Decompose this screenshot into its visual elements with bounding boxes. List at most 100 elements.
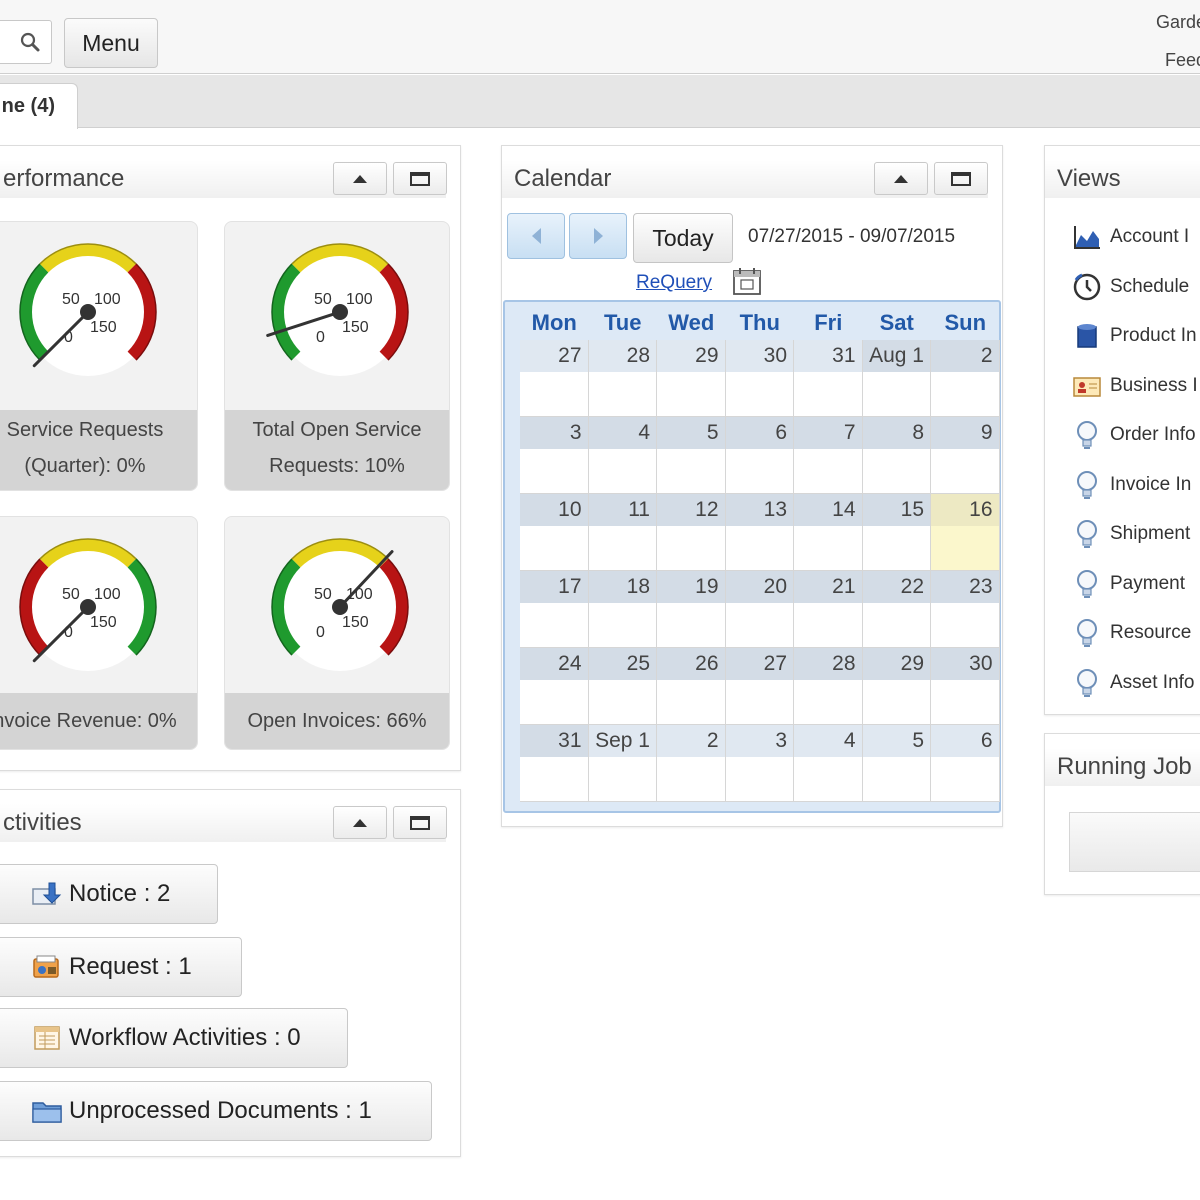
view-item[interactable]: Asset Info: [1072, 665, 1195, 701]
calendar-day-cell[interactable]: 3: [725, 725, 794, 802]
calendar-day-cell[interactable]: 10: [520, 494, 589, 571]
calendar-day-cell[interactable]: 28: [588, 340, 657, 417]
today-button[interactable]: Today: [633, 213, 733, 263]
view-item[interactable]: Business I: [1072, 368, 1198, 404]
feed-link[interactable]: Feed: [1165, 50, 1200, 71]
view-item[interactable]: Order Info: [1072, 417, 1196, 453]
calendar-day-cell[interactable]: 30: [931, 648, 1000, 725]
calendar-day-number[interactable]: 18: [588, 571, 656, 603]
calendar-day-number[interactable]: Aug 1: [862, 340, 930, 372]
calendar-day-number[interactable]: 27: [520, 340, 588, 372]
calendar-day-number[interactable]: 3: [520, 417, 588, 449]
search-button[interactable]: [0, 20, 52, 64]
calendar-day-cell[interactable]: 18: [588, 571, 657, 648]
calendar-day-cell[interactable]: 7: [794, 417, 863, 494]
calendar-day-number[interactable]: 14: [794, 494, 862, 526]
workflow-activities-button[interactable]: Workflow Activities : 0: [0, 1008, 348, 1068]
collapse-button[interactable]: [874, 162, 928, 195]
maximize-button[interactable]: [393, 806, 447, 839]
view-item[interactable]: Shipment: [1072, 516, 1190, 552]
calendar-day-number[interactable]: 25: [588, 648, 656, 680]
prev-period-button[interactable]: [507, 213, 565, 259]
next-period-button[interactable]: [569, 213, 627, 259]
calendar-day-number[interactable]: 13: [725, 494, 793, 526]
calendar-day-cell[interactable]: 27: [520, 340, 589, 417]
view-item[interactable]: Schedule: [1072, 269, 1189, 305]
calendar-day-number[interactable]: 29: [862, 648, 930, 680]
calendar-day-cell[interactable]: 31: [794, 340, 863, 417]
calendar-day-cell[interactable]: Aug 1: [862, 340, 931, 417]
calendar-day-cell[interactable]: Sep 1: [588, 725, 657, 802]
calendar-day-number[interactable]: 5: [862, 725, 930, 757]
calendar-day-cell[interactable]: 3: [520, 417, 589, 494]
calendar-day-number[interactable]: 9: [931, 417, 999, 449]
calendar-day-number[interactable]: 4: [794, 725, 862, 757]
calendar-day-number[interactable]: 2: [931, 340, 999, 372]
calendar-day-cell[interactable]: 19: [657, 571, 726, 648]
calendar-day-number[interactable]: 7: [794, 417, 862, 449]
maximize-button[interactable]: [393, 162, 447, 195]
calendar-day-number[interactable]: 15: [862, 494, 930, 526]
calendar-day-number[interactable]: 30: [931, 648, 999, 680]
calendar-day-cell[interactable]: 26: [657, 648, 726, 725]
calendar-day-number[interactable]: 31: [794, 340, 862, 372]
calendar-day-cell[interactable]: 30: [725, 340, 794, 417]
calendar-day-number[interactable]: 28: [794, 648, 862, 680]
collapse-button[interactable]: [333, 806, 387, 839]
calendar-day-number[interactable]: 26: [657, 648, 725, 680]
calendar-day-number[interactable]: 12: [657, 494, 725, 526]
calendar-day-number[interactable]: 31: [520, 725, 588, 757]
calendar-day-cell[interactable]: 15: [862, 494, 931, 571]
view-item[interactable]: Payment: [1072, 566, 1185, 602]
calendar-day-cell[interactable]: 2: [657, 725, 726, 802]
tab-home[interactable]: ne (4): [0, 83, 78, 129]
calendar-icon[interactable]: [731, 266, 763, 296]
gauge-card[interactable]: 0 50 100 150 Open Invoices: 66%: [224, 516, 450, 750]
collapse-button[interactable]: [333, 162, 387, 195]
calendar-day-cell[interactable]: 14: [794, 494, 863, 571]
calendar-day-number[interactable]: 22: [862, 571, 930, 603]
calendar-day-cell[interactable]: 5: [862, 725, 931, 802]
calendar-day-number[interactable]: 19: [657, 571, 725, 603]
gauge-card[interactable]: 0 50 100 150 Total Open Service Requests: 1…: [224, 221, 450, 491]
calendar-day-cell[interactable]: 4: [794, 725, 863, 802]
calendar-day-cell[interactable]: 6: [931, 725, 1000, 802]
calendar-day-number[interactable]: 5: [657, 417, 725, 449]
view-item[interactable]: Product In: [1072, 318, 1197, 354]
calendar-day-cell[interactable]: 29: [862, 648, 931, 725]
calendar-day-cell[interactable]: 13: [725, 494, 794, 571]
calendar-day-cell[interactable]: 20: [725, 571, 794, 648]
menu-button[interactable]: Menu: [64, 18, 158, 68]
calendar-day-cell[interactable]: 24: [520, 648, 589, 725]
request-button[interactable]: Request : 1: [0, 937, 242, 997]
calendar-day-number[interactable]: 20: [725, 571, 793, 603]
calendar-day-number[interactable]: 4: [588, 417, 656, 449]
calendar-day-cell[interactable]: 17: [520, 571, 589, 648]
calendar-day-cell[interactable]: 9: [931, 417, 1000, 494]
calendar-day-number[interactable]: 17: [520, 571, 588, 603]
calendar-day-number[interactable]: Sep 1: [588, 725, 656, 757]
user-name-text[interactable]: Garde: [1156, 12, 1200, 33]
calendar-day-cell[interactable]: 16: [931, 494, 1000, 571]
calendar-day-cell[interactable]: 27: [725, 648, 794, 725]
view-item[interactable]: Account I: [1072, 219, 1189, 255]
calendar-day-number[interactable]: 8: [862, 417, 930, 449]
calendar-day-cell[interactable]: 5: [657, 417, 726, 494]
unprocessed-documents-button[interactable]: Unprocessed Documents : 1: [0, 1081, 432, 1141]
calendar-day-number[interactable]: 24: [520, 648, 588, 680]
calendar-day-cell[interactable]: 29: [657, 340, 726, 417]
calendar-day-number[interactable]: 28: [588, 340, 656, 372]
calendar-day-number[interactable]: 21: [794, 571, 862, 603]
gauge-card[interactable]: 0 50 100 150 Service Requests (Quarter): 0%: [0, 221, 198, 491]
calendar-day-cell[interactable]: 25: [588, 648, 657, 725]
calendar-day-number[interactable]: 27: [725, 648, 793, 680]
calendar-day-cell[interactable]: 12: [657, 494, 726, 571]
calendar-day-number[interactable]: 3: [725, 725, 793, 757]
maximize-button[interactable]: [934, 162, 988, 195]
calendar-day-cell[interactable]: 31: [520, 725, 589, 802]
calendar-day-cell[interactable]: 23: [931, 571, 1000, 648]
calendar-day-number[interactable]: 16: [931, 494, 999, 526]
calendar-day-number[interactable]: 10: [520, 494, 588, 526]
calendar-day-number[interactable]: 2: [657, 725, 725, 757]
calendar-day-cell[interactable]: 11: [588, 494, 657, 571]
